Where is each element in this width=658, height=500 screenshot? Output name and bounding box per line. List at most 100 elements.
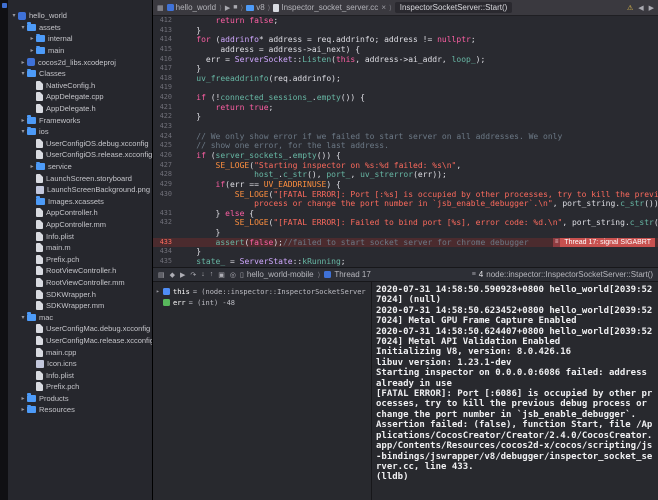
tree-item-assets[interactable]: ▾ assets (8, 22, 152, 34)
chevron-right-icon[interactable]: ▸ (28, 35, 36, 42)
tree-item-userconfigmac-debug-xcconfig[interactable]: UserConfigMac.debug.xcconfig (8, 323, 152, 335)
line-number[interactable]: 418 (153, 74, 177, 84)
code-line[interactable]: 431 } else { (153, 209, 658, 219)
thread-error-badge[interactable]: ≡ Thread 17: signal SIGABRT (552, 237, 655, 248)
line-number[interactable]: 419 (153, 83, 177, 93)
line-number[interactable]: 430 (153, 190, 177, 200)
chevron-right-icon[interactable]: ▸ (28, 47, 36, 54)
tree-item-mac[interactable]: ▾ mac (8, 311, 152, 323)
line-number[interactable]: 432 (153, 218, 177, 228)
code-line[interactable]: 427 SE_LOGE("Starting inspector on %s:%d… (153, 161, 658, 171)
code-line[interactable]: 413 } (153, 26, 658, 36)
breadcrumb-hello-world[interactable]: hello_world (166, 3, 216, 12)
tree-item-classes[interactable]: ▾ Classes (8, 68, 152, 80)
code-line[interactable]: 426 if (server_sockets_.empty()) { (153, 151, 658, 161)
tree-item-service[interactable]: ▸ service (8, 161, 152, 173)
run-icon[interactable]: ▶ (225, 4, 230, 12)
step-over-icon[interactable]: ↷ (190, 271, 196, 279)
code-line[interactable]: 419 (153, 83, 658, 93)
forward-icon[interactable]: ▶ (649, 4, 654, 12)
tree-item-prefix-pch[interactable]: Prefix.pch (8, 253, 152, 265)
code-editor[interactable]: 412 return false; 413 } 414 for (addrinfo*… (153, 16, 658, 267)
breadcrumb-inspectorsocketserver-start[interactable]: InspectorSocketServer::Start() (394, 2, 513, 13)
debug-console[interactable]: 2020-07-31 14:58:50.590928+0800 hello_wo… (372, 282, 658, 500)
code-line[interactable]: 418 uv_freeaddrinfo(req.addrinfo); (153, 74, 658, 84)
code-line[interactable]: 432 SE_LOGE("[FATAL ERROR]: Failed to bi… (153, 218, 658, 228)
line-number[interactable]: 427 (153, 161, 177, 171)
tree-item-info-plist[interactable]: Info.plist (8, 230, 152, 242)
line-number[interactable]: 428 (153, 170, 177, 180)
line-number[interactable]: 413 (153, 26, 177, 36)
code-line[interactable]: 425 // show one error, for the last addr… (153, 141, 658, 151)
line-number[interactable]: 417 (153, 64, 177, 74)
tree-item-rootviewcontroller-h[interactable]: RootViewController.h (8, 265, 152, 277)
line-number[interactable]: 414 (153, 35, 177, 45)
code-line[interactable]: 434 } (153, 247, 658, 257)
line-number[interactable]: 435 (153, 257, 177, 267)
chevron-right-icon[interactable]: ▸ (19, 59, 27, 66)
line-number[interactable]: 424 (153, 132, 177, 142)
tree-item-resources[interactable]: ▸ Resources (8, 404, 152, 416)
tree-item-main-cpp[interactable]: main.cpp (8, 346, 152, 358)
process-chip[interactable]: ▯ hello_world-mobile (240, 270, 314, 279)
code-line[interactable]: 412 return false; (153, 16, 658, 26)
chevron-right-icon[interactable]: ▸ (28, 163, 36, 170)
back-icon[interactable]: ◀ (638, 4, 643, 12)
chevron-right-icon[interactable]: ▸ (19, 395, 27, 402)
tree-item-icon-icns[interactable]: Icon.icns (8, 358, 152, 370)
continue-icon[interactable]: ▶ (180, 271, 185, 279)
code-line[interactable]: 428 host_.c_str(), port_, uv_strerror(er… (153, 170, 658, 180)
variable-row-this[interactable]: ▸ this = (node::inspector::InspectorSock… (156, 286, 368, 297)
line-number[interactable]: 431 (153, 209, 177, 219)
chevron-down-icon[interactable]: ▾ (19, 24, 27, 31)
tree-item-internal[interactable]: ▸ internal (8, 33, 152, 45)
line-number[interactable]: 433 (153, 238, 177, 248)
code-line[interactable]: } (153, 228, 658, 238)
stack-frame[interactable]: ≡ 4 node::inspector::InspectorSocketServ… (472, 270, 653, 279)
tree-item-ios[interactable]: ▾ ios (8, 126, 152, 138)
tree-item-appdelegate-h[interactable]: AppDelegate.h (8, 103, 152, 115)
warning-icon[interactable]: ⚠ (627, 4, 633, 12)
code-line[interactable]: 420 if (!connected_sessions_.empty()) { (153, 93, 658, 103)
variable-row-err[interactable]: err = (int) -48 (156, 297, 368, 308)
tree-item-appcontroller-mm[interactable]: AppController.mm (8, 219, 152, 231)
code-line[interactable]: process or change the port number in `js… (153, 199, 658, 209)
tree-item-images-xcassets[interactable]: Images.xcassets (8, 196, 152, 208)
simulate-location-icon[interactable]: ◎ (230, 271, 236, 279)
hide-debug-area-icon[interactable]: ▤ (158, 271, 165, 279)
line-number[interactable]: 415 (153, 45, 177, 55)
tree-item-appcontroller-h[interactable]: AppController.h (8, 207, 152, 219)
tree-item-launchscreen-storyboard[interactable]: LaunchScreen.storyboard (8, 172, 152, 184)
breadcrumb-inspector-socket-server-cc[interactable]: Inspector_socket_server.cc × (273, 3, 386, 12)
line-number[interactable]: 420 (153, 93, 177, 103)
tree-item-userconfigios-debug-xcconfig[interactable]: UserConfigiOS.debug.xcconfig (8, 138, 152, 150)
tree-item-userconfigios-release-xcconfig[interactable]: UserConfigiOS.release.xcconfig (8, 149, 152, 161)
tree-item-main[interactable]: ▸ main (8, 45, 152, 57)
stop-icon[interactable]: ■ (233, 4, 237, 11)
step-into-icon[interactable]: ↓ (201, 271, 205, 278)
tree-item-sdkwrapper-mm[interactable]: SDKWrapper.mm (8, 300, 152, 312)
code-line[interactable]: 417 } (153, 64, 658, 74)
code-line[interactable]: 414 for (addrinfo* address = req.addrinf… (153, 35, 658, 45)
chevron-right-icon[interactable]: ▸ (156, 288, 163, 295)
line-number[interactable]: 426 (153, 151, 177, 161)
line-number[interactable]: 425 (153, 141, 177, 151)
code-line[interactable]: 433 assert(false);//failed to start sock… (153, 237, 658, 248)
chevron-right-icon[interactable]: ▸ (19, 406, 27, 413)
chevron-down-icon[interactable]: ▾ (19, 128, 27, 135)
line-number[interactable]: 416 (153, 55, 177, 65)
tree-item-info-plist[interactable]: Info.plist (8, 369, 152, 381)
related-items-icon[interactable]: ▦ (157, 4, 164, 12)
code-line[interactable]: 421 return true; (153, 103, 658, 113)
code-line[interactable]: 415 address = address->ai_next) { (153, 45, 658, 55)
line-number[interactable]: 421 (153, 103, 177, 113)
tree-item-sdkwrapper-h[interactable]: SDKWrapper.h (8, 288, 152, 300)
tree-item-nativeconfig-h[interactable]: NativeConfig.h (8, 80, 152, 92)
tree-item-hello-world[interactable]: ▾ hello_world (8, 10, 152, 22)
code-line[interactable]: 429 if(err == UV_EADDRINUSE) { (153, 180, 658, 190)
chevron-down-icon[interactable]: ▾ (10, 12, 18, 19)
step-out-icon[interactable]: ↑ (210, 271, 214, 278)
line-number[interactable]: 422 (153, 112, 177, 122)
code-line[interactable]: 422 } (153, 112, 658, 122)
line-number[interactable]: 434 (153, 247, 177, 257)
